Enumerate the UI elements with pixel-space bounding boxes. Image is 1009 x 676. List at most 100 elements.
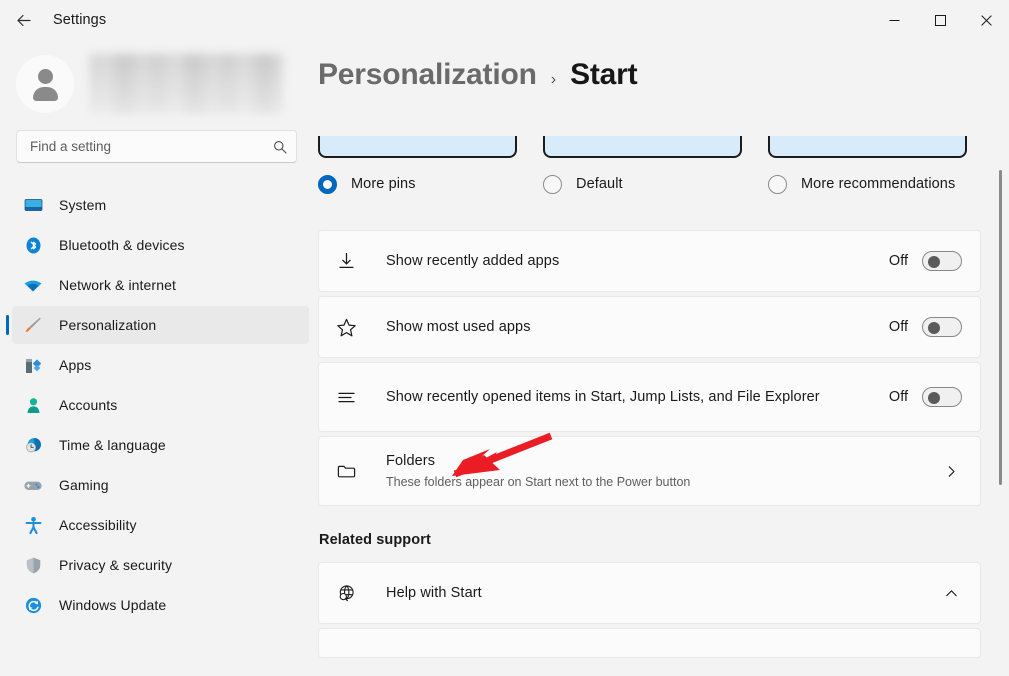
search-container: Find a setting — [0, 114, 313, 163]
setting-title: Show most used apps — [386, 317, 877, 337]
sidebar-item-label: Apps — [59, 357, 91, 373]
minimize-button[interactable] — [871, 0, 917, 40]
sidebar-item-accessibility[interactable]: Accessibility — [12, 506, 309, 544]
account-icon — [23, 395, 43, 415]
setting-title: Show recently opened items in Start, Jum… — [386, 387, 877, 407]
setting-row-recently-added-apps[interactable]: Show recently added apps Off — [318, 230, 981, 292]
related-support-heading: Related support — [319, 532, 981, 548]
related-support-item-expanded-panel — [318, 628, 981, 658]
setting-control: Off — [889, 251, 962, 271]
sidebar-item-label: Network & internet — [59, 277, 176, 293]
search-placeholder: Find a setting — [30, 139, 273, 154]
layout-preview-card[interactable] — [543, 136, 742, 158]
setting-control: Off — [889, 317, 962, 337]
accessibility-icon — [23, 515, 43, 535]
setting-text: Help with Start — [386, 583, 940, 603]
setting-control — [940, 460, 962, 482]
bluetooth-icon — [23, 235, 43, 255]
maximize-button[interactable] — [917, 0, 963, 40]
layout-preview-card[interactable] — [318, 136, 517, 158]
sidebar-item-gaming[interactable]: Gaming — [12, 466, 309, 504]
setting-row-recently-opened-items[interactable]: Show recently opened items in Start, Jum… — [318, 362, 981, 432]
settings-scroll-area: More pins Default — [313, 40, 1009, 676]
list-icon — [334, 385, 358, 409]
maximize-icon — [935, 15, 946, 26]
toggle-knob — [928, 256, 940, 268]
sidebar-item-label: Accessibility — [59, 517, 137, 533]
radio-more-pins[interactable]: More pins — [318, 174, 517, 194]
radio-indicator — [543, 175, 562, 194]
wifi-icon — [23, 275, 43, 295]
globe-search-icon — [334, 581, 358, 605]
sidebar-item-windows-update[interactable]: Windows Update — [12, 586, 309, 624]
minimize-icon — [889, 15, 900, 26]
breadcrumb-parent[interactable]: Personalization — [318, 58, 537, 92]
breadcrumb: Personalization › Start — [318, 58, 657, 102]
search-input[interactable]: Find a setting — [16, 130, 297, 163]
layout-option-default: Default — [543, 136, 742, 194]
chevron-up-icon[interactable] — [940, 582, 962, 604]
sidebar-item-label: Bluetooth & devices — [59, 237, 185, 253]
sidebar-item-label: Accounts — [59, 397, 117, 413]
sidebar-item-label: Privacy & security — [59, 557, 172, 573]
sidebar-nav: System Bluetooth & devices — [0, 186, 313, 626]
toggle-state-label: Off — [889, 319, 908, 335]
radio-indicator — [768, 175, 787, 194]
sidebar-item-apps[interactable]: Apps — [12, 346, 309, 384]
close-icon — [981, 15, 992, 26]
chevron-right-icon: › — [551, 71, 556, 89]
download-icon — [334, 249, 358, 273]
setting-row-folders[interactable]: Folders These folders appear on Start ne… — [318, 436, 981, 506]
toggle-most-used-apps[interactable] — [922, 317, 962, 337]
folder-icon — [334, 459, 358, 483]
sidebar-item-bluetooth-devices[interactable]: Bluetooth & devices — [12, 226, 309, 264]
layout-preview-card[interactable] — [768, 136, 967, 158]
sidebar-item-label: Windows Update — [59, 597, 166, 613]
sidebar-item-time-language[interactable]: Time & language — [12, 426, 309, 464]
close-button[interactable] — [963, 0, 1009, 40]
sidebar-item-network-internet[interactable]: Network & internet — [12, 266, 309, 304]
sidebar-item-label: Personalization — [59, 317, 156, 333]
avatar — [16, 55, 74, 113]
user-name-redacted — [90, 54, 283, 114]
settings-window: Settings — [0, 0, 1009, 676]
radio-more-recommendations[interactable]: More recommendations — [768, 174, 967, 194]
radio-label: Default — [576, 174, 623, 194]
radio-indicator — [318, 175, 337, 194]
user-profile[interactable] — [0, 42, 313, 114]
sidebar-item-privacy-security[interactable]: Privacy & security — [12, 546, 309, 584]
radio-label: More pins — [351, 174, 416, 194]
radio-default[interactable]: Default — [543, 174, 742, 194]
shield-icon — [23, 555, 43, 575]
setting-text: Show recently added apps — [386, 251, 889, 271]
toggle-state-label: Off — [889, 389, 908, 405]
window-body: Find a setting — [0, 40, 1009, 676]
settings-list: Show recently added apps Off — [318, 230, 981, 506]
setting-title: Show recently added apps — [386, 251, 877, 271]
star-icon — [334, 315, 358, 339]
sidebar-item-personalization[interactable]: Personalization — [12, 306, 309, 344]
toggle-recently-opened-items[interactable] — [922, 387, 962, 407]
setting-control: Off — [889, 387, 962, 407]
related-support-item-help-with-start[interactable]: Help with Start — [318, 562, 981, 624]
vertical-scrollbar[interactable] — [999, 170, 1002, 485]
setting-row-most-used-apps[interactable]: Show most used apps Off — [318, 296, 981, 358]
title-bar: Settings — [0, 0, 1009, 40]
sidebar-item-accounts[interactable]: Accounts — [12, 386, 309, 424]
sidebar-item-system[interactable]: System — [12, 186, 309, 224]
chevron-right-icon[interactable] — [940, 460, 962, 482]
setting-text: Folders These folders appear on Start ne… — [386, 451, 940, 491]
main-content: Personalization › Start More pins — [313, 40, 1009, 676]
setting-title: Help with Start — [386, 583, 928, 603]
back-button[interactable] — [6, 3, 40, 37]
sidebar: Find a setting — [0, 40, 313, 676]
sidebar-item-label: Time & language — [59, 437, 166, 453]
app-title: Settings — [53, 12, 106, 28]
search-icon — [273, 140, 287, 154]
toggle-state-label: Off — [889, 253, 908, 269]
gamepad-icon — [23, 475, 43, 495]
layout-option-more-pins: More pins — [318, 136, 517, 194]
update-icon — [23, 595, 43, 615]
setting-text: Show recently opened items in Start, Jum… — [386, 387, 889, 407]
toggle-recently-added-apps[interactable] — [922, 251, 962, 271]
